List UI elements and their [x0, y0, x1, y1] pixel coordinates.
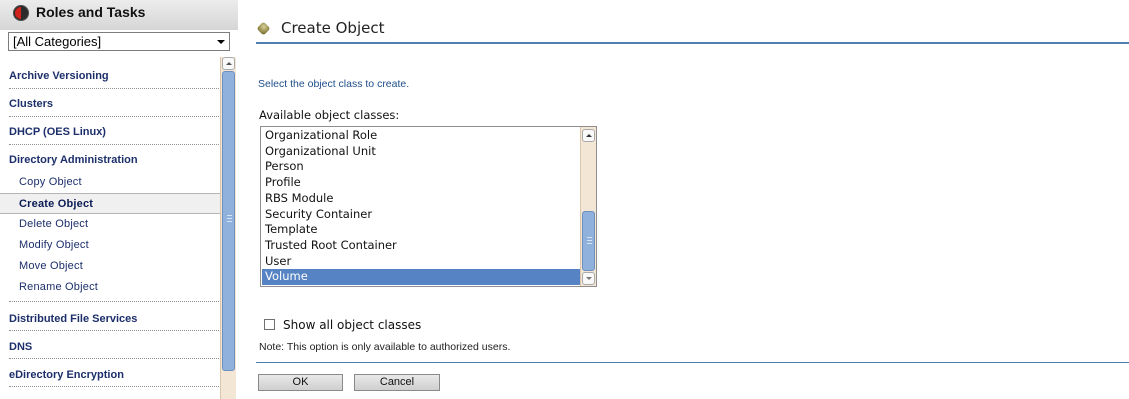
category-dns[interactable]: DNS [0, 328, 220, 356]
task-label: Delete Object [19, 218, 89, 230]
object-class-option[interactable]: Person [262, 159, 580, 175]
category-label: Clusters [9, 98, 54, 110]
task-label: Move Object [19, 260, 83, 272]
task-label: Rename Object [19, 281, 99, 293]
object-class-option[interactable]: Volume [262, 269, 580, 285]
page-title: Create Object [281, 19, 385, 37]
category-edirectory-encryption[interactable]: eDirectory Encryption [0, 356, 220, 384]
collapse-panel-icon[interactable] [13, 5, 29, 21]
category-label: DNS [9, 341, 33, 353]
category-label: Directory Administration [9, 154, 138, 166]
category-select[interactable]: [All Categories] [8, 32, 230, 51]
task-copy-object[interactable]: Copy Object [0, 172, 220, 193]
listbox-scrollbar[interactable] [580, 127, 596, 286]
object-class-option[interactable]: Organizational Role [262, 128, 580, 144]
show-all-classes-checkbox[interactable] [264, 319, 275, 330]
instruction-text: Select the object class to create. [258, 78, 410, 90]
task-label: Modify Object [19, 239, 89, 251]
chevron-down-icon[interactable] [217, 40, 225, 44]
divider [9, 386, 219, 387]
bottom-divider [256, 362, 1129, 363]
scroll-up-icon[interactable] [222, 57, 235, 70]
task-modify-object[interactable]: Modify Object [0, 235, 220, 256]
object-class-option[interactable]: Template [262, 222, 580, 238]
object-class-option[interactable]: Organizational Unit [262, 144, 580, 160]
task-move-object[interactable]: Move Object [0, 256, 220, 277]
object-classes-label: Available object classes: [259, 108, 400, 122]
listbox-scroll-thumb[interactable] [582, 211, 595, 271]
task-delete-object[interactable]: Delete Object [0, 214, 220, 235]
cancel-button[interactable]: Cancel [354, 374, 440, 391]
category-archive-versioning[interactable]: Archive Versioning [0, 57, 220, 85]
sidebar-scrollbar[interactable] [220, 57, 236, 399]
grip-icon [587, 237, 592, 238]
category-select-value: [All Categories] [13, 34, 102, 49]
category-clusters[interactable]: Clusters [0, 85, 220, 113]
category-dhcp[interactable]: DHCP (OES Linux) [0, 113, 220, 141]
task-list: Archive Versioning Clusters DHCP (OES Li… [0, 57, 220, 399]
object-class-option[interactable]: Profile [262, 175, 580, 191]
authorization-note: Note: This option is only available to a… [259, 341, 511, 353]
task-create-object[interactable]: Create Object [0, 193, 220, 214]
object-cube-icon [256, 21, 271, 36]
ok-button[interactable]: OK [258, 374, 343, 391]
category-label: Distributed File Services [9, 313, 138, 325]
panel-header: Roles and Tasks [0, 0, 238, 30]
category-distributed-file-services[interactable]: Distributed File Services [0, 300, 220, 328]
category-label: Archive Versioning [9, 70, 109, 82]
panel-title: Roles and Tasks [36, 4, 146, 20]
sidebar-scroll-thumb[interactable] [222, 71, 235, 371]
object-class-option[interactable]: RBS Module [262, 191, 580, 207]
object-class-option[interactable]: User [262, 254, 580, 270]
object-class-listbox[interactable]: Volume User Trusted Root Container Template… [260, 126, 597, 287]
object-class-option[interactable]: Trusted Root Container [262, 238, 580, 254]
object-class-option[interactable]: Security Container [262, 207, 580, 223]
category-directory-administration[interactable]: Directory Administration [0, 141, 220, 169]
task-rename-object[interactable]: Rename Object [0, 277, 220, 298]
roles-and-tasks-panel: Roles and Tasks [All Categories] Archive… [0, 0, 238, 399]
create-object-form: Create Object Select the object class to… [238, 0, 1129, 399]
task-label: Copy Object [19, 176, 82, 188]
scroll-down-icon[interactable] [582, 272, 595, 285]
title-divider [256, 42, 1129, 44]
category-label: DHCP (OES Linux) [9, 126, 106, 138]
show-all-classes-label[interactable]: Show all object classes [283, 318, 421, 332]
grip-icon [227, 215, 232, 216]
scroll-up-icon[interactable] [582, 129, 595, 142]
task-label: Create Object [19, 198, 94, 210]
category-label: eDirectory Encryption [9, 369, 124, 381]
